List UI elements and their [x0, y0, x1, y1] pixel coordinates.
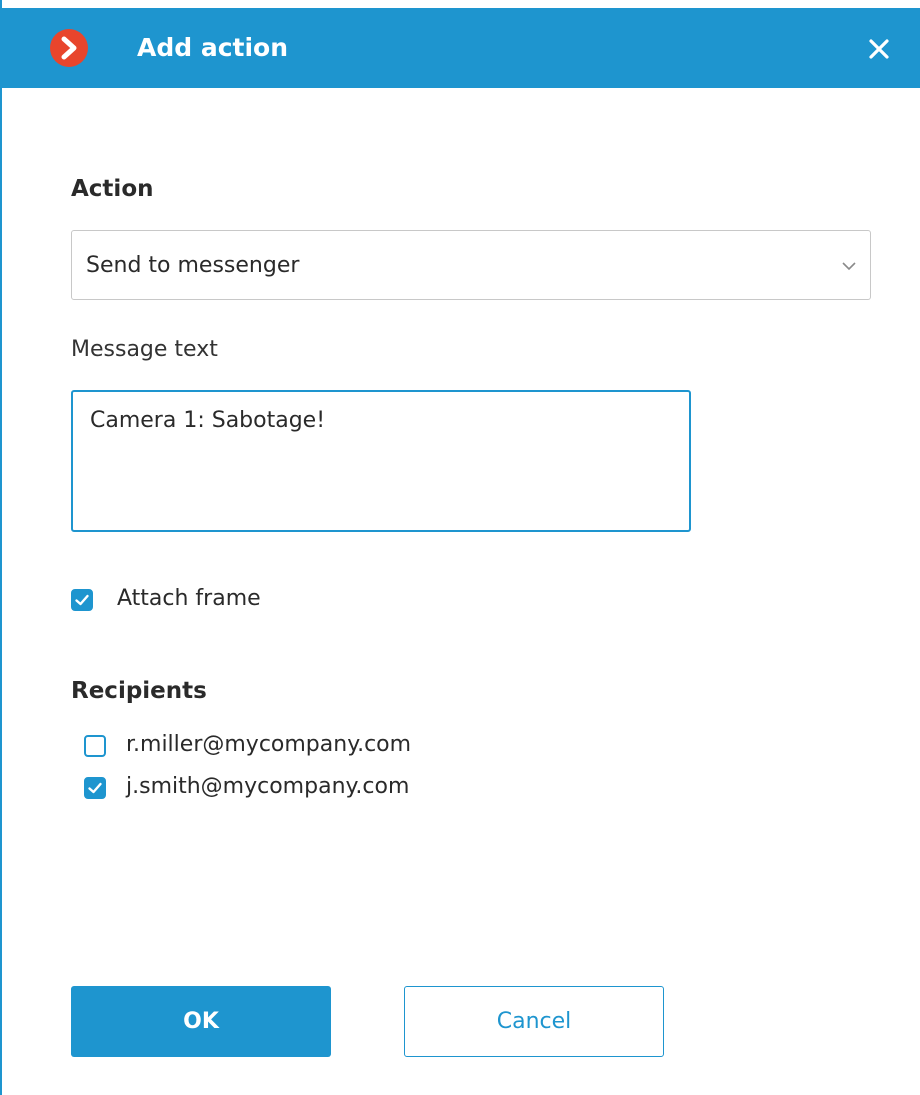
cancel-button[interactable]: Cancel — [404, 986, 664, 1057]
recipient-checkbox[interactable] — [84, 735, 106, 757]
checkmark-icon — [88, 782, 102, 794]
chevron-down-icon — [842, 262, 856, 271]
ok-button[interactable]: OK — [71, 986, 331, 1057]
title-bar: Add action — [2, 8, 920, 88]
recipient-label[interactable]: j.smith@mycompany.com — [126, 774, 409, 799]
dialog-title: Add action — [137, 33, 289, 62]
action-select-value: Send to messenger — [86, 253, 300, 278]
message-text-value: Camera 1: Sabotage! — [90, 408, 326, 433]
recipient-label[interactable]: r.miller@mycompany.com — [126, 732, 411, 757]
add-action-dialog: Add action Action Send to messenger Mess… — [0, 0, 920, 1095]
attach-frame-checkbox[interactable] — [71, 589, 93, 611]
close-icon[interactable] — [864, 34, 894, 64]
recipients-label: Recipients — [71, 678, 207, 704]
recipient-checkbox[interactable] — [84, 777, 106, 799]
app-logo-icon — [50, 29, 88, 67]
checkmark-icon — [75, 594, 89, 606]
action-select[interactable]: Send to messenger — [71, 230, 871, 300]
action-label: Action — [71, 176, 154, 202]
message-text-input[interactable]: Camera 1: Sabotage! — [71, 390, 691, 532]
attach-frame-label[interactable]: Attach frame — [117, 586, 261, 611]
message-text-label: Message text — [71, 337, 218, 362]
